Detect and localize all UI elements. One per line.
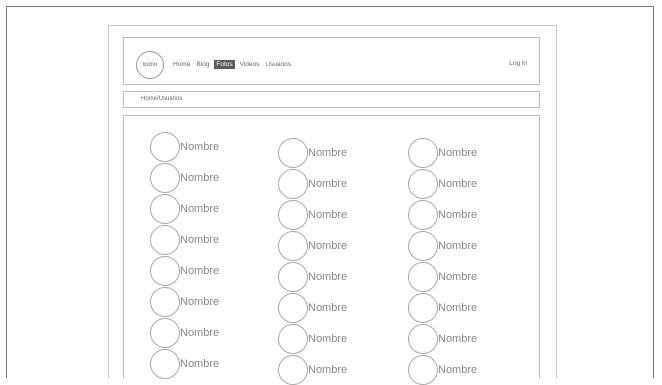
user-item[interactable]: Nombre: [408, 169, 477, 199]
user-item[interactable]: Nombre: [278, 231, 347, 261]
user-avatar[interactable]: [150, 287, 180, 317]
user-name: Nombre: [438, 364, 478, 376]
user-name: Nombre: [308, 333, 348, 345]
logo-icon[interactable]: icono: [136, 51, 164, 79]
breadcrumb[interactable]: Home/Usuarios: [141, 96, 182, 102]
user-grid: Nombre Nombre Nombre Nombre Nombre Nombre Nomb…: [123, 115, 540, 385]
user-avatar[interactable]: [408, 138, 438, 168]
user-avatar[interactable]: [150, 349, 180, 379]
user-avatar[interactable]: [150, 132, 180, 162]
breadcrumb-bar: Home/Usuarios: [123, 91, 540, 108]
user-name: Nombre: [308, 147, 348, 159]
user-item[interactable]: Nombre: [278, 324, 347, 354]
user-avatar[interactable]: [278, 355, 308, 385]
user-name: Nombre: [308, 302, 348, 314]
user-item[interactable]: Nombre: [408, 293, 477, 323]
user-name: Nombre: [180, 141, 220, 153]
user-name: Nombre: [180, 296, 220, 308]
navbar: icono Home Blog Fotos Videos Usuarios Lo…: [123, 37, 540, 85]
user-avatar[interactable]: [278, 293, 308, 323]
user-item[interactable]: Nombre: [408, 262, 477, 292]
user-avatar[interactable]: [150, 163, 180, 193]
user-name: Nombre: [180, 234, 220, 246]
logo-label: icono: [142, 62, 158, 68]
nav-link-videos[interactable]: Videos: [239, 60, 261, 69]
user-avatar[interactable]: [278, 169, 308, 199]
user-avatar[interactable]: [278, 262, 308, 292]
user-name: Nombre: [438, 302, 478, 314]
user-name: Nombre: [308, 209, 348, 221]
user-avatar[interactable]: [150, 318, 180, 348]
user-name: Nombre: [308, 271, 348, 283]
user-avatar[interactable]: [278, 138, 308, 168]
user-item[interactable]: Nombre: [150, 349, 219, 379]
user-name: Nombre: [438, 271, 478, 283]
nav-link-blog[interactable]: Blog: [195, 60, 210, 69]
user-item[interactable]: Nombre: [150, 194, 219, 224]
user-name: Nombre: [180, 358, 220, 370]
user-item[interactable]: Nombre: [408, 324, 477, 354]
user-avatar[interactable]: [408, 231, 438, 261]
user-name: Nombre: [308, 364, 348, 376]
user-item[interactable]: Nombre: [408, 231, 477, 261]
user-name: Nombre: [180, 203, 220, 215]
user-item[interactable]: Nombre: [408, 355, 477, 385]
user-item[interactable]: Nombre: [278, 293, 347, 323]
user-item[interactable]: Nombre: [278, 355, 347, 385]
user-item[interactable]: Nombre: [278, 262, 347, 292]
user-name: Nombre: [308, 178, 348, 190]
user-name: Nombre: [308, 240, 348, 252]
user-item[interactable]: Nombre: [408, 200, 477, 230]
user-item[interactable]: Nombre: [150, 318, 219, 348]
nav-links: Home Blog Fotos Videos Usuarios: [172, 60, 292, 69]
user-name: Nombre: [438, 209, 478, 221]
user-name: Nombre: [438, 333, 478, 345]
user-item[interactable]: Nombre: [150, 163, 219, 193]
nav-link-fotos[interactable]: Fotos: [214, 60, 235, 69]
user-name: Nombre: [438, 147, 478, 159]
user-name: Nombre: [180, 327, 220, 339]
user-item[interactable]: Nombre: [278, 169, 347, 199]
user-name: Nombre: [438, 178, 478, 190]
user-item[interactable]: Nombre: [150, 132, 219, 162]
login-link[interactable]: Log in: [509, 60, 527, 67]
nav-link-home[interactable]: Home: [172, 60, 191, 69]
user-name: Nombre: [180, 265, 220, 277]
user-avatar[interactable]: [408, 293, 438, 323]
user-avatar[interactable]: [278, 200, 308, 230]
user-avatar[interactable]: [150, 225, 180, 255]
user-avatar[interactable]: [278, 324, 308, 354]
user-avatar[interactable]: [408, 200, 438, 230]
user-item[interactable]: Nombre: [150, 225, 219, 255]
user-avatar[interactable]: [408, 262, 438, 292]
user-avatar[interactable]: [408, 169, 438, 199]
user-item[interactable]: Nombre: [150, 256, 219, 286]
user-avatar[interactable]: [408, 355, 438, 385]
user-item[interactable]: Nombre: [150, 287, 219, 317]
user-avatar[interactable]: [408, 324, 438, 354]
user-item[interactable]: Nombre: [278, 200, 347, 230]
user-avatar[interactable]: [150, 256, 180, 286]
nav-link-usuarios[interactable]: Usuarios: [264, 60, 292, 69]
user-name: Nombre: [180, 172, 220, 184]
user-avatar[interactable]: [278, 231, 308, 261]
user-name: Nombre: [438, 240, 478, 252]
user-item[interactable]: Nombre: [278, 138, 347, 168]
user-item[interactable]: Nombre: [408, 138, 477, 168]
user-avatar[interactable]: [150, 194, 180, 224]
